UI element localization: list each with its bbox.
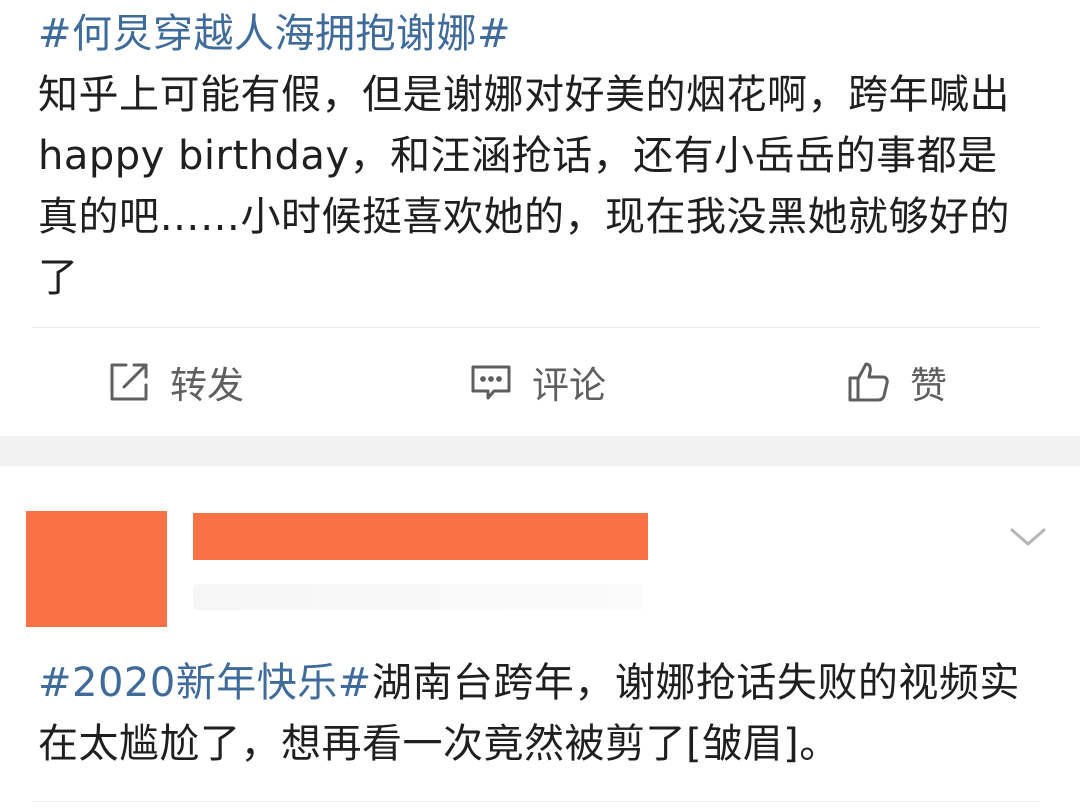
comment-icon bbox=[468, 359, 514, 405]
post-card-2: #2020新年快乐#湖南台跨年，谢娜抢话失败的视频实在太尴尬了，想再看一次竟然被… bbox=[0, 466, 1080, 810]
chevron-down-icon bbox=[1004, 528, 1052, 556]
post-meta-blurred bbox=[193, 584, 643, 610]
post-text: #何炅穿越人海拥抱谢娜# 知乎上可能有假，但是谢娜对好美的烟花啊，跨年喊出happ… bbox=[38, 4, 1038, 309]
post-menu-button[interactable] bbox=[1004, 522, 1052, 552]
action-bar: 转发 评论 赞 bbox=[0, 328, 1080, 436]
post-card-1: #何炅穿越人海拥抱谢娜# 知乎上可能有假，但是谢娜对好美的烟花啊，跨年喊出happ… bbox=[0, 0, 1080, 436]
like-button[interactable]: 赞 bbox=[846, 358, 947, 407]
thumbs-up-icon bbox=[846, 359, 892, 405]
username-redacted[interactable] bbox=[193, 513, 648, 560]
hashtag-link[interactable]: #何炅穿越人海拥抱谢娜# bbox=[38, 11, 511, 57]
feed-separator bbox=[0, 436, 1080, 466]
post-text: #2020新年快乐#湖南台跨年，谢娜抢话失败的视频实在太尴尬了，想再看一次竟然被… bbox=[38, 653, 1048, 775]
repost-label: 转发 bbox=[170, 364, 244, 407]
hashtag-link[interactable]: #2020新年快乐# bbox=[38, 660, 372, 706]
comment-label: 评论 bbox=[532, 364, 606, 407]
avatar[interactable] bbox=[26, 511, 167, 627]
divider bbox=[32, 801, 1040, 802]
like-label: 赞 bbox=[910, 364, 947, 407]
post-body: 知乎上可能有假，但是谢娜对好美的烟花啊，跨年喊出happy birthday，和… bbox=[38, 72, 1010, 301]
repost-button[interactable]: 转发 bbox=[106, 358, 244, 407]
repost-icon bbox=[106, 359, 152, 405]
comment-button[interactable]: 评论 bbox=[468, 358, 606, 407]
